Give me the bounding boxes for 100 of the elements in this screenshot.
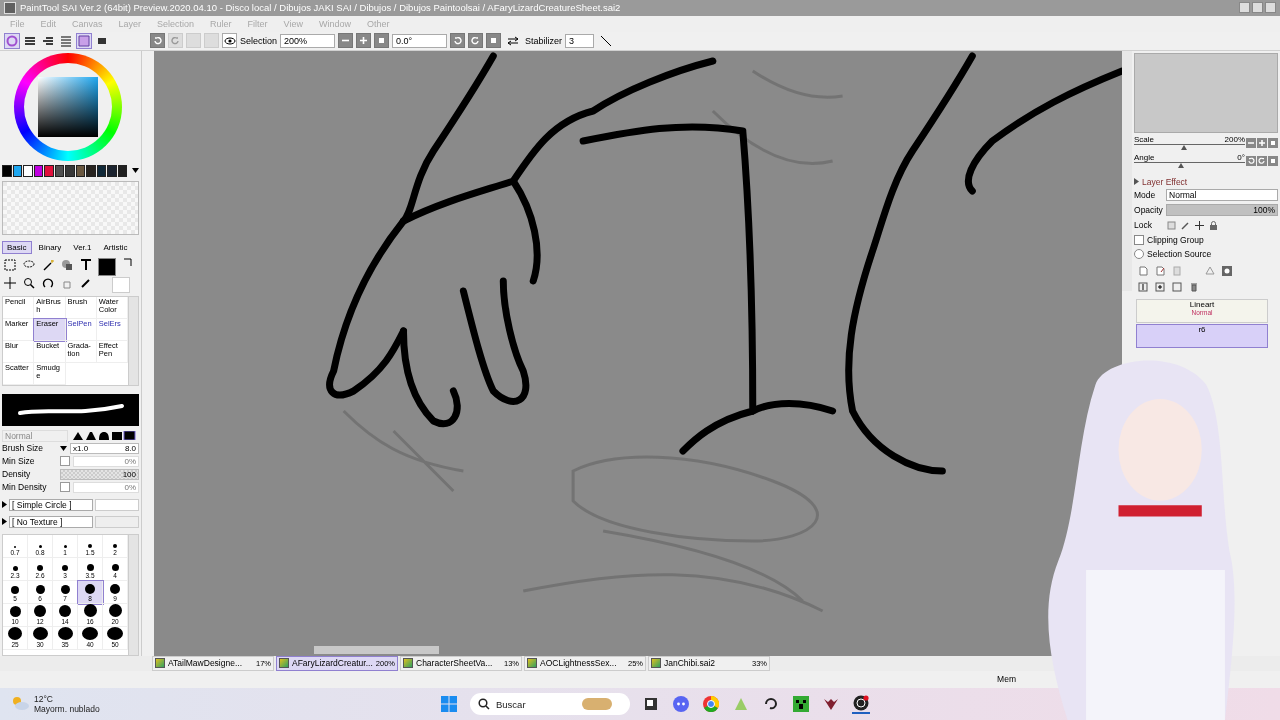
zoom-out-button[interactable] (338, 33, 354, 49)
color-swatch[interactable] (107, 164, 117, 177)
obs-app-icon[interactable] (852, 694, 870, 715)
tool-tab[interactable]: Ver.1 (68, 240, 97, 254)
color-swatch[interactable] (23, 164, 33, 177)
color-swatch[interactable] (33, 164, 43, 177)
search-highlight-icon (582, 698, 612, 711)
weather-condition[interactable]: Mayorm. nublado (34, 704, 100, 715)
layer-row[interactable]: r6 (1136, 323, 1268, 348)
opacity-label: Opacity (1134, 205, 1163, 215)
rotate-left-button[interactable] (1246, 155, 1256, 166)
close-button[interactable] (1265, 2, 1276, 14)
caret-icon[interactable] (60, 445, 67, 451)
color-wheel-icon[interactable] (4, 32, 20, 49)
checkbox[interactable] (60, 482, 70, 492)
zoom-icon[interactable] (21, 275, 37, 291)
undo-button[interactable] (150, 33, 165, 49)
trash-icon[interactable] (1189, 281, 1200, 292)
min-size-field[interactable]: 0% (73, 455, 139, 467)
memory-label: Mem (997, 674, 1016, 685)
brush-shape-dropdown[interactable]: [ Simple Circle ] (9, 498, 93, 511)
add-icon[interactable] (1155, 281, 1166, 292)
plus-icon (1258, 138, 1266, 147)
shapes-icon[interactable] (59, 257, 75, 273)
pencil-icon[interactable] (1180, 220, 1191, 230)
rotate-reset-button[interactable] (486, 33, 502, 49)
background-color[interactable] (112, 276, 130, 293)
min-density-field[interactable]: 0% (73, 481, 139, 493)
saturation-square[interactable] (38, 76, 98, 137)
angle-field[interactable]: 0.0° (392, 33, 448, 48)
redo-button[interactable] (168, 33, 183, 49)
texture-dropdown[interactable]: [ No Texture ] (9, 515, 93, 528)
shape-field[interactable] (95, 498, 139, 511)
layer-mode-dropdown[interactable]: Normal (1166, 189, 1278, 201)
browser-icon[interactable] (702, 695, 720, 714)
minimize-button[interactable] (1239, 2, 1250, 14)
rotate-right-button[interactable] (468, 33, 484, 49)
checkbox[interactable] (60, 456, 70, 466)
zoom-out-button[interactable] (1246, 137, 1256, 148)
rect-select-icon[interactable] (2, 257, 18, 273)
search-field[interactable]: Buscar (496, 698, 576, 710)
scrollbar[interactable] (128, 534, 138, 655)
eye-icon[interactable] (222, 33, 237, 49)
windows-start-icon[interactable] (440, 695, 458, 714)
scale-slider-thumb[interactable] (1180, 145, 1187, 150)
scale-value: 200% (1224, 135, 1245, 144)
zoom-reset-button[interactable] (1268, 137, 1278, 148)
brush-tips-icon[interactable] (72, 431, 136, 440)
color-swatch[interactable] (75, 164, 85, 177)
zoom-reset-button[interactable] (374, 33, 390, 49)
clear-icon[interactable] (1172, 281, 1183, 292)
maximize-button[interactable] (1252, 2, 1263, 14)
rotate-left-button[interactable] (450, 33, 466, 49)
clipping-group-checkbox[interactable]: Clipping Group (1134, 233, 1278, 246)
expand-icon[interactable] (2, 518, 7, 525)
lock-icon[interactable] (1208, 220, 1219, 230)
text-tool-icon[interactable] (78, 257, 94, 273)
chat-app-icon[interactable] (672, 695, 690, 714)
color-swatch[interactable] (86, 164, 96, 177)
color-swatch[interactable] (117, 164, 127, 177)
new-layer-icon[interactable] (1138, 265, 1149, 276)
move-icon[interactable] (1194, 220, 1205, 230)
expand-icon[interactable] (2, 501, 7, 508)
color-swatch[interactable] (44, 164, 54, 177)
swap-icon[interactable] (123, 257, 132, 267)
zoom-field[interactable]: 200% (280, 33, 336, 48)
mask-icon[interactable] (1222, 265, 1233, 276)
caret-icon[interactable] (132, 168, 139, 173)
opacity-slider[interactable]: 100% (1166, 204, 1278, 216)
search-bar[interactable]: Buscar (470, 693, 630, 716)
scrollbar[interactable] (128, 296, 138, 385)
temperature[interactable]: 12°C (34, 694, 100, 705)
foreground-color[interactable] (98, 257, 116, 276)
color-swatch[interactable] (54, 164, 64, 177)
drawing-canvas[interactable] (154, 50, 1123, 656)
layer-effect-label[interactable]: Layer Effect (1142, 176, 1188, 187)
color-swatch[interactable] (65, 164, 75, 177)
tool-tab[interactable]: Artistic (98, 240, 133, 254)
angle-slider-thumb[interactable] (1177, 163, 1184, 168)
rotate-reset-button[interactable] (1268, 155, 1278, 166)
merge-down-icon[interactable] (1138, 281, 1149, 292)
new-layer-icon[interactable] (1155, 265, 1166, 276)
texture-field[interactable] (95, 515, 139, 528)
creeper-app-icon[interactable] (792, 695, 810, 714)
scrollbar[interactable] (314, 645, 439, 654)
brush-size-field[interactable]: x1.0 8.0 (70, 442, 139, 454)
scrollbar[interactable] (1122, 50, 1133, 291)
tool-tab[interactable]: Basic (2, 240, 32, 254)
zoom-in-button[interactable] (356, 33, 372, 49)
color-swatch[interactable] (96, 164, 106, 177)
color-swatch[interactable] (12, 164, 22, 177)
selection-label: Selection (240, 35, 278, 46)
rotate-right-button[interactable] (1257, 155, 1267, 166)
undo-icon (153, 36, 162, 46)
density-field[interactable]: 100 (60, 468, 139, 480)
stabilizer-field[interactable]: 3 (565, 33, 595, 48)
tool-tab[interactable]: Binary (33, 240, 67, 254)
color-swatch[interactable] (2, 164, 12, 177)
selection-source-checkbox[interactable]: Selection Source (1134, 247, 1278, 260)
lock-label: Lock (1134, 220, 1153, 230)
